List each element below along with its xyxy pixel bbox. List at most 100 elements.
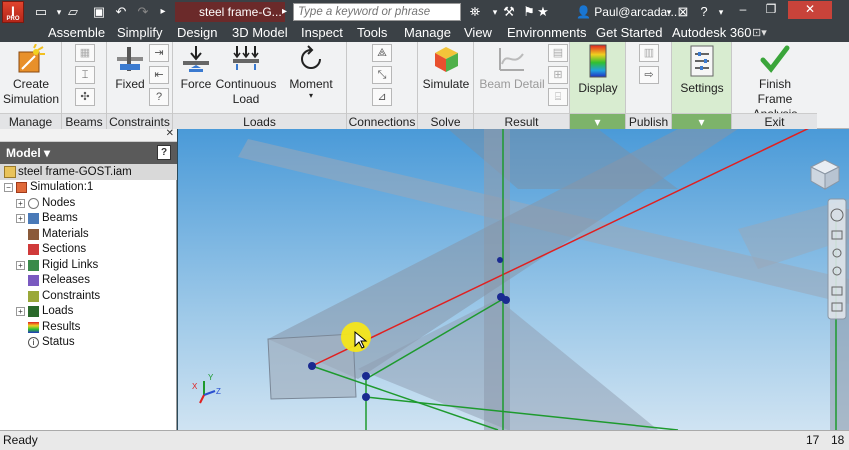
tree-item-sections[interactable]: Sections [16,242,176,257]
window-close-button[interactable]: ✕ [788,1,832,19]
tree-item-simulation[interactable]: − Simulation:1 [4,180,174,195]
graphics-viewport[interactable]: Y Z X [178,129,849,430]
ribbon-options-icon[interactable]: ⊡▾ [752,24,767,42]
expand-icon[interactable]: + [16,307,25,316]
favorites-star-icon[interactable]: ★ [534,3,552,21]
node[interactable] [308,362,316,370]
exchange-apps-icon[interactable]: ⊠ [674,3,692,21]
tab-inspect[interactable]: Inspect [301,24,343,42]
expand-icon[interactable]: + [16,214,25,223]
finish-checkmark-icon [760,45,790,73]
beam-material-icon[interactable]: ✣ [75,88,95,106]
title-bar: IPRO ▭ ▾ ▱ ▣ ↶ ↷ ▸ steel frame-G... ▸ ⛯ … [0,0,849,24]
node[interactable] [497,257,503,263]
tab-environments[interactable]: Environments [507,24,586,42]
results-icon [28,322,39,333]
floating-constraint-icon[interactable]: ⇤ [149,66,169,84]
tree-item-nodes[interactable]: + Nodes [16,196,176,211]
document-tab-arrow-icon[interactable]: ▸ [282,2,292,22]
save-icon[interactable]: ▣ [90,3,108,21]
beam-section-icon[interactable]: ⌶ [75,66,95,84]
tab-design[interactable]: Design [177,24,217,42]
view-cube[interactable] [809,159,841,190]
simulate-cube-icon [435,47,458,72]
status-info-icon: i [28,337,39,348]
tree-item-materials[interactable]: Materials [16,227,176,242]
tab-assemble[interactable]: Assemble [48,24,105,42]
tab-simplify[interactable]: Simplify [117,24,163,42]
tree-item-loads[interactable]: + Loads [16,304,176,319]
moment-button[interactable]: Moment ▾ [283,44,339,100]
tab-autodesk-360[interactable]: Autodesk 360 [672,24,752,42]
quick-access-dropdown-icon[interactable]: ▸ [154,3,172,21]
tree-item-results[interactable]: Results [16,320,176,335]
continuous-load-button[interactable]: Continuous Load [215,44,277,107]
custom-constraint-icon[interactable]: ? [149,88,169,106]
beam-properties-icon[interactable]: ▦ [75,44,95,62]
expand-icon[interactable]: + [16,199,25,208]
expand-icon[interactable]: + [16,261,25,270]
help-icon[interactable]: ? [695,3,713,21]
search-input[interactable] [293,3,461,21]
release-icon[interactable]: ⊿ [372,88,392,106]
publish-export-icon[interactable]: ⇨ [639,66,659,84]
document-tab[interactable]: steel frame-G... [175,2,285,22]
browser-close-icon[interactable]: ✕ [166,128,174,139]
binoculars-icon[interactable]: ⛯ [466,3,484,21]
subscription-icon[interactable]: ⚒ [500,3,518,21]
tab-view[interactable]: View [464,24,492,42]
result-probe-icon[interactable]: ▤ [548,44,568,62]
window-restore-button[interactable]: ❐ [758,1,784,19]
panel-settings: Settings ▾ [672,42,732,129]
browser-header-strip: ✕ [0,128,177,142]
node[interactable] [362,393,370,401]
simulation-icon [16,182,27,193]
app-logo-icon[interactable]: I PRO [2,1,24,23]
browser-model-dropdown[interactable]: Model ▾ ? [0,142,177,164]
tree-item-constraints[interactable]: Constraints [16,289,176,304]
node[interactable] [362,372,370,380]
panel-result: Beam Detail ▤ ⊞ ⌸ Result [474,42,570,129]
window-minimize-button[interactable]: – [730,1,756,19]
simulate-button[interactable]: Simulate [420,44,472,92]
publish-report-icon[interactable]: ▥ [639,44,659,62]
browser-help-icon[interactable]: ? [157,145,171,160]
color-bar-icon [589,44,607,78]
node[interactable] [502,296,510,304]
fixed-constraint-button[interactable]: Fixed [111,44,149,92]
rigid-link-icon[interactable]: ⤡ [372,66,392,84]
pinned-constraint-icon[interactable]: ⇥ [149,44,169,62]
settings-button[interactable]: Settings [674,44,730,96]
result-diagram-icon[interactable]: ⊞ [548,66,568,84]
tab-manage[interactable]: Manage [404,24,451,42]
display-dropdown[interactable]: ▾ [570,113,625,129]
beam-detail-button[interactable]: Beam Detail [476,44,548,92]
frame-model-view[interactable]: Y Z X [178,129,849,430]
display-button[interactable]: Display [572,44,624,96]
node-connection-icon[interactable]: ⟁ [372,44,392,62]
tab-get-started[interactable]: Get Started [596,24,662,42]
tab-tools[interactable]: Tools [357,24,387,42]
tree-item-releases[interactable]: Releases [16,273,176,288]
finish-frame-analysis-button[interactable]: Finish Frame Analysis [734,44,816,122]
settings-dropdown[interactable]: ▾ [672,113,731,129]
open-folder-icon[interactable]: ▱ [64,3,82,21]
collapse-icon[interactable]: − [4,183,13,192]
tree-item-status[interactable]: i Status [16,335,176,350]
ribbon-tab-bar: Assemble Simplify Design 3D Model Inspec… [0,24,849,42]
undo-icon[interactable]: ↶ [112,3,130,21]
tree-root-assembly[interactable]: steel frame-GOST.iam [0,164,177,180]
redo-icon[interactable]: ↷ [134,3,152,21]
status-count-b: 18 [831,433,845,447]
new-file-icon[interactable]: ▭ [32,3,50,21]
help-dropdown-icon[interactable]: ▾ [712,3,730,21]
tree-item-rigid-links[interactable]: + Rigid Links [16,258,176,273]
result-animate-icon[interactable]: ⌸ [548,88,568,106]
tree-item-beams[interactable]: + Beams [16,211,176,226]
tab-3d-model[interactable]: 3D Model [232,24,288,42]
force-button[interactable]: Force [179,44,213,92]
moment-dropdown-icon[interactable]: ▾ [283,92,339,100]
create-simulation-button[interactable]: Create Simulation [2,44,60,107]
panel-display: Display ▾ [570,42,626,129]
navigation-bar[interactable] [827,198,847,320]
